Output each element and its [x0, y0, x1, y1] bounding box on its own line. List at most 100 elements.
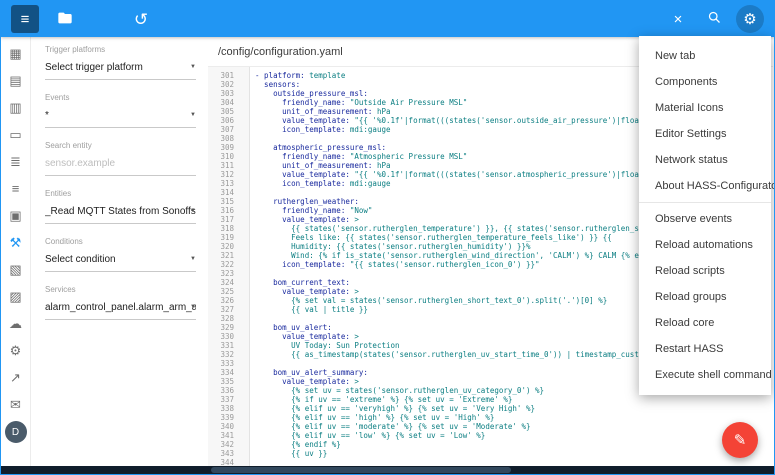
line-number: 316	[208, 206, 242, 215]
caret-down-icon: ▼	[190, 256, 196, 262]
sidebar-item-notifications[interactable]: ✉	[3, 391, 29, 418]
search-icon	[707, 10, 722, 28]
services-select[interactable]: alarm_control_panel.alarm_arm_away▼	[45, 300, 196, 320]
line-number: 307	[208, 125, 242, 134]
menu-item-restart-hass[interactable]: Restart HASS	[639, 336, 771, 362]
scrollbar-thumb[interactable]	[211, 467, 511, 473]
field-trigger-platform: Trigger platformsSelect trigger platform…	[45, 45, 196, 80]
menu-icon: ≡	[21, 12, 30, 27]
code-text: value_template: >	[242, 377, 359, 386]
events-select[interactable]: *▼	[45, 108, 196, 128]
code-text: outside_pressure_msl:	[242, 89, 368, 98]
avatar[interactable]: D	[5, 421, 27, 443]
menu-item-execute-shell-command[interactable]: Execute shell command	[639, 362, 771, 388]
code-text: value_template: >	[242, 287, 359, 296]
line-number: 305	[208, 107, 242, 116]
menu-item-network-status[interactable]: Network status	[639, 147, 771, 173]
stats-icon: ▨	[9, 290, 21, 303]
entities-label: Entities	[45, 189, 196, 198]
history-button[interactable]: ↺	[127, 5, 155, 33]
caret-down-icon: ▼	[190, 64, 196, 70]
line-number: 311	[208, 161, 242, 170]
sidebar-item-apps[interactable]: ▥	[3, 94, 29, 121]
sidebar-item-dashboard[interactable]: ▦	[3, 40, 29, 67]
line-number: 340	[208, 422, 242, 431]
code-text: value_template: "{{ '%0.1f'|format(((sta…	[242, 170, 693, 179]
sidebar-item-configurator[interactable]: ⚒	[3, 229, 29, 256]
line-number: 337	[208, 395, 242, 404]
code-text: bom_current_text:	[242, 278, 350, 287]
media-player-icon: ▭	[9, 128, 21, 141]
services-value: alarm_control_panel.alarm_arm_away	[45, 302, 196, 313]
menu-item-about[interactable]: About HASS-Configurator	[639, 173, 771, 199]
editor-line: 344	[208, 458, 773, 466]
code-text: Wind: {% if is_state('sensor.rutherglen_…	[242, 251, 702, 260]
code-text	[242, 134, 246, 143]
close-button[interactable]: ×	[664, 5, 692, 33]
line-number: 301	[208, 71, 242, 80]
menu-item-new-tab[interactable]: New tab	[639, 43, 771, 69]
menu-item-reload-core[interactable]: Reload core	[639, 310, 771, 336]
calendar-icon: ▧	[9, 263, 21, 276]
trigger-platform-select[interactable]: Select trigger platform▼	[45, 60, 196, 80]
code-text: {{ val | title }}	[242, 305, 368, 314]
menu-item-editor-settings[interactable]: Editor Settings	[639, 121, 771, 147]
sidebar-item-states[interactable]: ▤	[3, 67, 29, 94]
line-number: 327	[208, 305, 242, 314]
code-text: value_template: >	[242, 215, 359, 224]
line-number: 325	[208, 287, 242, 296]
line-number: 302	[208, 80, 242, 89]
menu-item-reload-scripts[interactable]: Reload scripts	[639, 258, 771, 284]
menu-item-reload-groups[interactable]: Reload groups	[639, 284, 771, 310]
folder-button[interactable]	[51, 5, 79, 33]
app-topbar: ≡ ↺ × ⚙	[1, 1, 774, 37]
line-number: 309	[208, 143, 242, 152]
dashboard-icon: ▦	[9, 47, 21, 60]
menu-item-observe-events[interactable]: Observe events	[639, 206, 771, 232]
caret-down-icon: ▼	[190, 208, 196, 214]
horizontal-scrollbar[interactable]	[1, 466, 774, 474]
conditions-label: Conditions	[45, 237, 196, 246]
entities-select[interactable]: _Read MQTT States from Sonoffs on Sta▼	[45, 204, 196, 224]
settings-menu-button[interactable]: ⚙	[736, 5, 764, 33]
line-number: 333	[208, 359, 242, 368]
code-text: value_template: >	[242, 332, 359, 341]
sidebar-item-calendar[interactable]: ▧	[3, 256, 29, 283]
sidebar-item-media-player[interactable]: ▭	[3, 121, 29, 148]
line-number: 338	[208, 404, 242, 413]
settings-icon: ⚙	[10, 344, 22, 357]
code-text: sensors:	[242, 80, 300, 89]
line-number: 321	[208, 251, 242, 260]
menu-item-components[interactable]: Components	[639, 69, 771, 95]
editor-line: 339 {% elif uv == 'high' %} {% set uv = …	[208, 413, 773, 422]
line-number: 328	[208, 314, 242, 323]
search-entity-input[interactable]	[45, 158, 184, 169]
line-number: 344	[208, 458, 242, 466]
sidebar-item-stats[interactable]: ▨	[3, 283, 29, 310]
code-text: {{ uv }}	[242, 449, 327, 458]
menu-button[interactable]: ≡	[11, 5, 39, 33]
topbar-left-icons: ≡ ↺	[11, 5, 155, 33]
code-text: bom_uv_alert_summary:	[242, 368, 368, 377]
tab-configuration-yaml[interactable]: /config/configuration.yaml	[218, 46, 343, 58]
sidebar-item-dev-services[interactable]: ▣	[3, 202, 29, 229]
code-text: Feels like: {{ states('sensor.rutherglen…	[242, 233, 612, 242]
menu-item-material-icons[interactable]: Material Icons	[639, 95, 771, 121]
line-number: 334	[208, 368, 242, 377]
line-number: 303	[208, 89, 242, 98]
code-text: bom_uv_alert:	[242, 323, 332, 332]
sidebar-item-logbook[interactable]: ≣	[3, 148, 29, 175]
field-conditions: Conditions Select condition▼	[45, 237, 196, 272]
sidebar-item-share[interactable]: ↗	[3, 364, 29, 391]
line-number: 306	[208, 116, 242, 125]
menu-item-reload-automations[interactable]: Reload automations	[639, 232, 771, 258]
save-fab[interactable]: ✎	[722, 422, 758, 458]
sidebar-item-cloud[interactable]: ☁	[3, 310, 29, 337]
caret-down-icon: ▼	[190, 304, 196, 310]
sidebar-item-history[interactable]: ≡	[3, 175, 29, 202]
sidebar-item-settings[interactable]: ⚙	[3, 337, 29, 364]
line-number: 304	[208, 98, 242, 107]
search-button[interactable]	[700, 5, 728, 33]
code-text: rutherglen_weather:	[242, 197, 359, 206]
conditions-select[interactable]: Select condition▼	[45, 252, 196, 272]
